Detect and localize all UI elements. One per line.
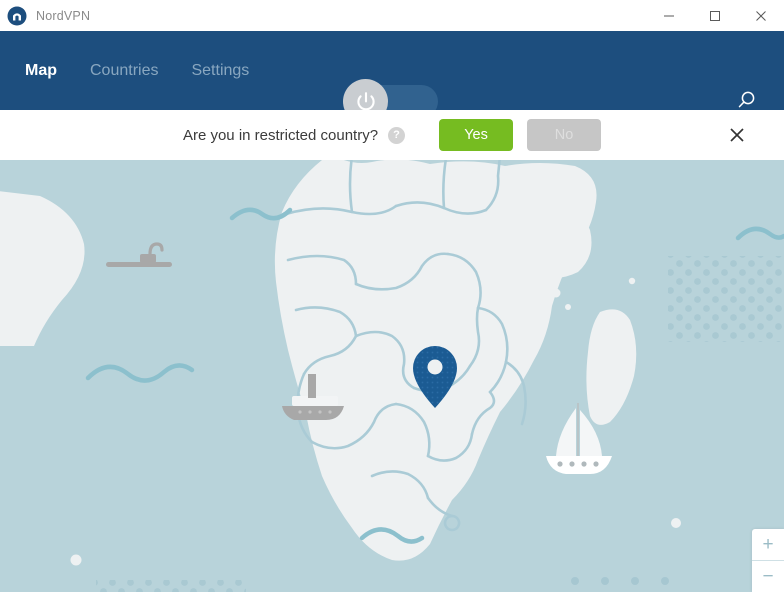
zoom-in-button[interactable]: + (752, 529, 784, 561)
banner-question: Are you in restricted country? (182, 126, 379, 144)
search-icon (738, 91, 755, 108)
island-small (671, 518, 681, 528)
nordvpn-window: NordVPN Map Countries Settings Are you i… (0, 0, 784, 592)
banner-content: Are you in restricted country? ? Yes No (0, 119, 784, 151)
minimize-icon (664, 15, 674, 16)
island-small (628, 277, 636, 285)
yes-button[interactable]: Yes (439, 119, 514, 151)
close-icon (730, 128, 744, 142)
dot-cluster (96, 580, 246, 592)
map-zoom-controls: + − (752, 529, 784, 592)
minimize-button[interactable] (646, 0, 692, 31)
island-small (565, 304, 571, 310)
island-small (70, 554, 82, 566)
island-small (547, 243, 557, 253)
tab-countries[interactable]: Countries (90, 62, 158, 80)
zoom-out-button[interactable]: − (752, 561, 784, 592)
restricted-country-banner: Are you in restricted country? ? Yes No (0, 110, 784, 160)
map-canvas (0, 160, 784, 592)
navigation-bar: Map Countries Settings (0, 31, 784, 124)
island-small (551, 288, 561, 298)
tab-settings[interactable]: Settings (191, 62, 249, 80)
close-button[interactable] (738, 0, 784, 31)
no-button[interactable]: No (527, 119, 602, 151)
dot-cluster (668, 256, 784, 342)
nav-items: Map Countries Settings (25, 62, 282, 80)
tab-map[interactable]: Map (25, 62, 57, 80)
nordvpn-logo-icon (7, 6, 27, 25)
question-mark-icon[interactable]: ? (388, 126, 406, 144)
banner-close-button[interactable] (725, 123, 749, 147)
app-title: NordVPN (36, 8, 91, 23)
title-bar: NordVPN (0, 0, 784, 32)
maximize-icon (710, 10, 720, 21)
world-map[interactable]: + − (0, 160, 784, 592)
close-icon (756, 10, 766, 21)
maximize-button[interactable] (692, 0, 738, 31)
